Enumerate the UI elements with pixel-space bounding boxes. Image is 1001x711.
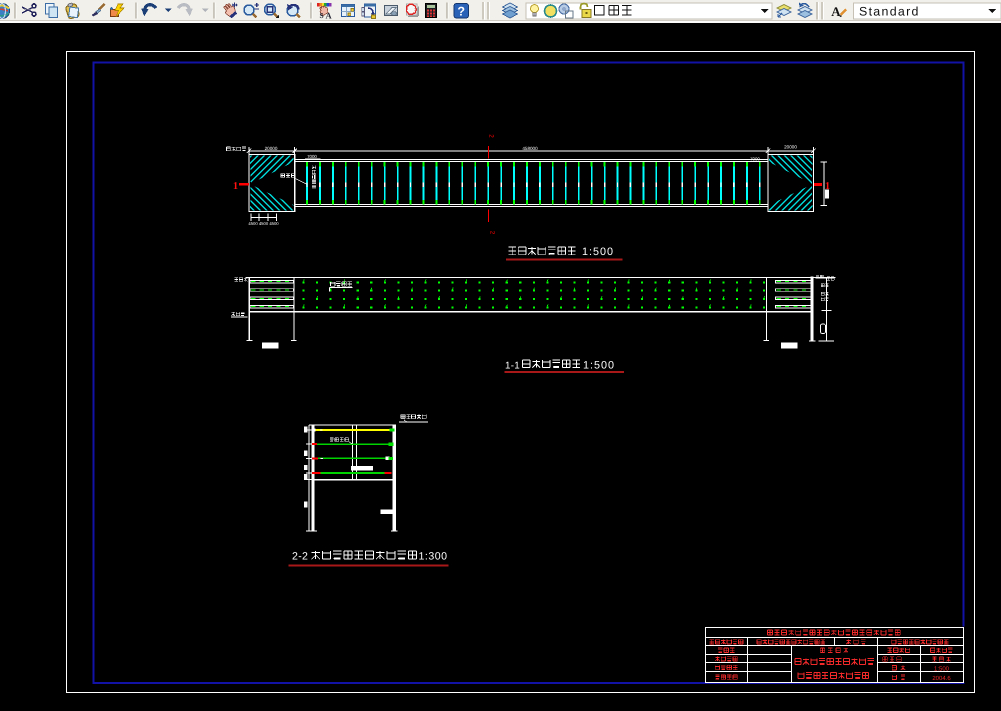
svg-text:2-2: 2-2: [292, 551, 308, 563]
svg-text:1: 1: [233, 181, 238, 192]
svg-text:Standard: Standard: [859, 4, 920, 18]
svg-text:4500 4500 4500: 4500 4500 4500: [248, 221, 279, 226]
svg-text:1:300: 1:300: [419, 551, 448, 563]
svg-text:458000: 458000: [522, 146, 538, 151]
svg-text:1:500: 1:500: [583, 360, 615, 372]
svg-text:20000: 20000: [784, 145, 797, 150]
svg-text:A: A: [326, 11, 333, 21]
svg-text:1:500: 1:500: [934, 665, 950, 672]
svg-text:2: 2: [489, 231, 496, 235]
svg-text:1-1: 1-1: [505, 360, 520, 371]
svg-text:?: ?: [457, 5, 465, 19]
svg-text:20000: 20000: [265, 146, 278, 151]
svg-text:2: 2: [488, 134, 495, 138]
svg-text:1:500: 1:500: [582, 246, 614, 258]
svg-text:2004.6: 2004.6: [932, 675, 951, 682]
svg-text:S: S: [320, 11, 324, 20]
